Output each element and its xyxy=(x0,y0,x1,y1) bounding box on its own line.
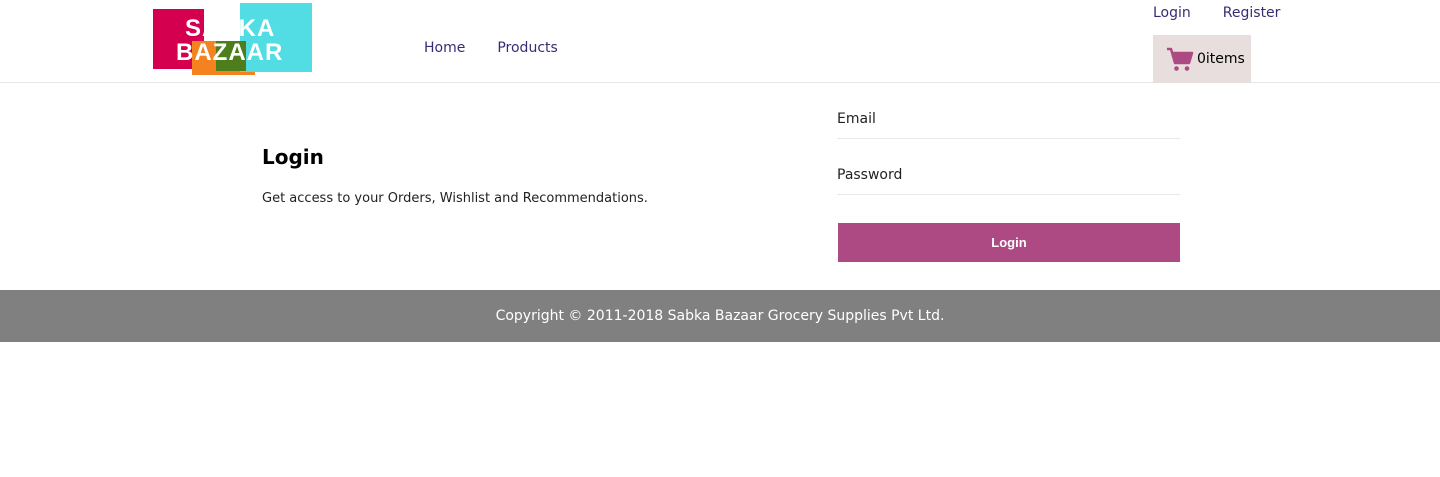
cart-button[interactable]: 0items xyxy=(1153,35,1251,83)
password-field-wrapper xyxy=(837,164,1180,195)
email-field-wrapper xyxy=(837,108,1180,139)
site-footer: Copyright © 2011-2018 Sabka Bazaar Groce… xyxy=(0,290,1440,342)
logo-text-line1: SABKA xyxy=(185,15,276,42)
login-form: Login xyxy=(837,108,1180,262)
copyright-text: Copyright © 2011-2018 Sabka Bazaar Groce… xyxy=(495,308,945,324)
login-submit-button[interactable]: Login xyxy=(838,223,1180,262)
cart-icon xyxy=(1167,47,1194,71)
logo-text-line2: BAZAAR xyxy=(176,39,284,66)
header-register-link[interactable]: Register xyxy=(1223,5,1281,21)
site-header: SABKA BAZAAR Home Products Login Registe… xyxy=(0,0,1440,83)
login-intro: Login Get access to your Orders, Wishlis… xyxy=(262,145,648,206)
header-login-link[interactable]: Login xyxy=(1153,5,1191,21)
page-subtitle: Get access to your Orders, Wishlist and … xyxy=(262,191,648,206)
password-field[interactable] xyxy=(837,167,1180,183)
auth-links: Login Register xyxy=(1153,5,1280,21)
main-nav: Home Products xyxy=(424,40,558,56)
page-title: Login xyxy=(262,145,324,169)
sabka-bazaar-logo[interactable]: SABKA BAZAAR xyxy=(153,3,312,75)
cart-item-count: 0items xyxy=(1197,51,1245,67)
email-field[interactable] xyxy=(837,111,1180,127)
nav-home-link[interactable]: Home xyxy=(424,40,465,56)
nav-products-link[interactable]: Products xyxy=(497,40,557,56)
